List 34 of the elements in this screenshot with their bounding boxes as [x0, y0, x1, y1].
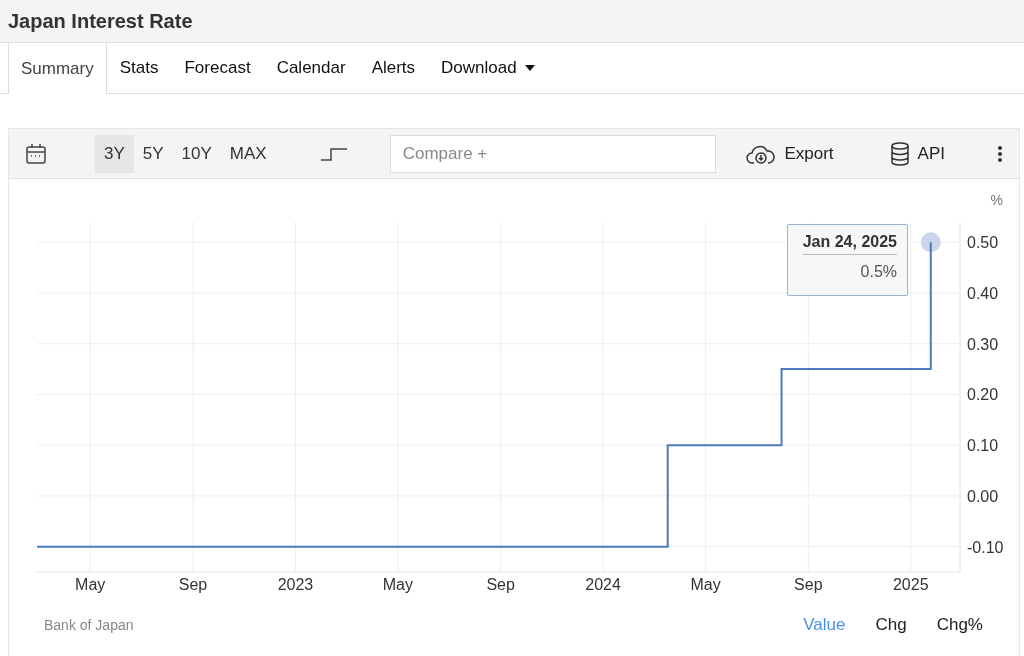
caret-icon [524, 65, 535, 71]
x-axis-label: May [75, 576, 106, 593]
y-axis-label: 0.40 [967, 285, 999, 302]
y-axis-label: 0.10 [967, 437, 999, 455]
tooltip-date: Jan 24, 2025 [802, 233, 897, 255]
range-button[interactable]: MAX [220, 134, 276, 173]
x-axis-label: Sep [178, 576, 208, 593]
x-axis-label: 2025 [893, 576, 929, 593]
range-button[interactable]: 3Y [95, 134, 134, 173]
y-axis-label: 0.50 [967, 234, 999, 252]
source-text: Bank of Japan [44, 617, 135, 633]
y-axis-label: 0.20 [967, 386, 999, 404]
page-title: Japan Interest Rate [8, 9, 193, 33]
tab[interactable]: Summary [8, 43, 107, 94]
mode-toggle[interactable]: Chg% [936, 615, 983, 635]
y-axis-label: -0.10 [967, 538, 1004, 556]
y-axis-label: 0.30 [967, 335, 999, 353]
unit-label: % [990, 192, 1003, 208]
mode-toggle[interactable]: Chg [875, 615, 907, 635]
api-button[interactable]: API [883, 140, 951, 167]
range-button[interactable]: 5Y [133, 134, 173, 173]
y-axis-label: 0.00 [967, 487, 999, 505]
compare-field[interactable]: Compare + [389, 134, 716, 173]
x-axis-label: May [690, 576, 721, 593]
x-axis-label: Sep [794, 576, 823, 593]
x-axis-label: May [382, 576, 413, 593]
export-button[interactable]: Export [740, 141, 840, 166]
tooltip-value: 0.5% [860, 263, 897, 281]
hover-marker [920, 232, 941, 253]
database-icon [889, 141, 910, 166]
x-axis-label: Sep [486, 576, 515, 593]
range-button[interactable]: 10Y [172, 134, 221, 173]
x-axis-label: 2024 [585, 576, 621, 593]
x-axis-label: 2023 [277, 576, 314, 593]
